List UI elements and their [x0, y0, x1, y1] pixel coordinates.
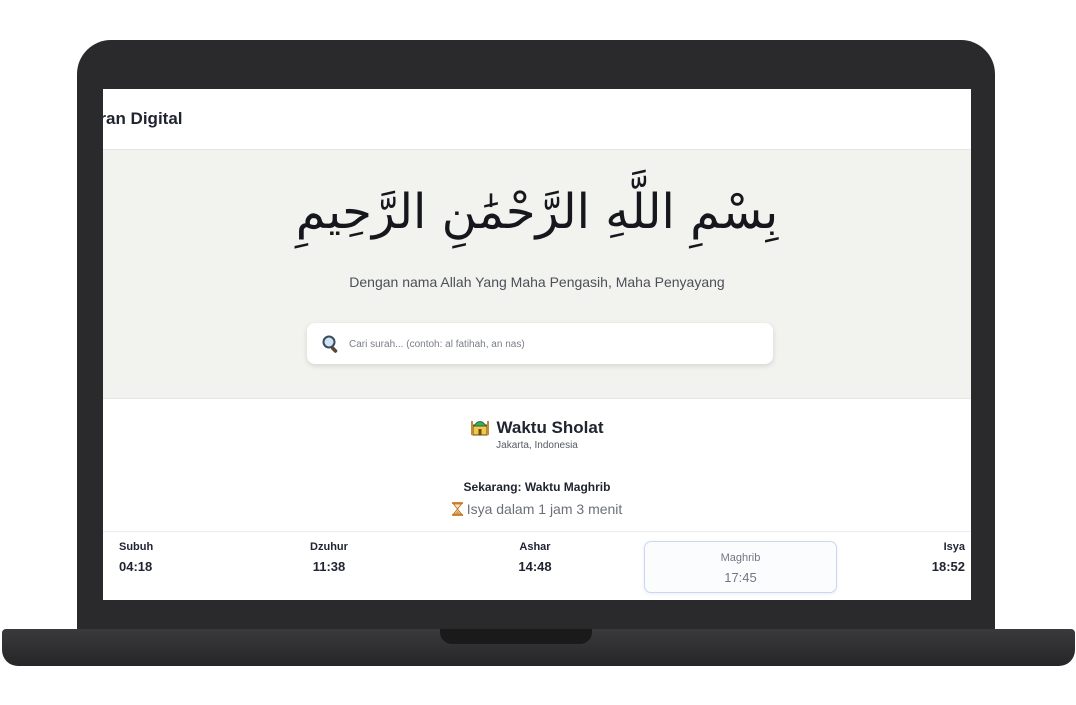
top-bar: uran Digital [103, 89, 971, 150]
app-title[interactable]: uran Digital [103, 109, 183, 129]
app-screen: uran Digital بِسْمِ اللَّهِ الرَّحْمَٰنِ… [103, 89, 971, 600]
prayer-time-value: 18:52 [931, 559, 965, 574]
prayer-time-value: 11:38 [312, 559, 346, 574]
prayer-time-maghrib[interactable]: Maghrib 17:45 [644, 541, 837, 593]
current-prayer: Sekarang: Waktu Maghrib [463, 480, 611, 494]
bismillah-translation: Dengan nama Allah Yang Maha Pengasih, Ma… [349, 274, 725, 290]
prayer-heading-text: Waktu Sholat [496, 418, 604, 437]
prayer-time-isya[interactable]: Isya 18:52 [895, 541, 965, 600]
section-divider [103, 531, 971, 532]
next-prayer-countdown: Isya dalam 1 jam 3 menit [103, 501, 971, 519]
prayer-time-value: 04:18 [119, 559, 153, 574]
mosque-icon [470, 416, 490, 441]
laptop-notch [440, 629, 592, 644]
prayer-name: Dzuhur [310, 541, 348, 553]
countdown-text: Isya dalam 1 jam 3 menit [466, 501, 623, 517]
prayer-name: Ashar [519, 541, 551, 553]
prayer-name: Subuh [119, 541, 154, 553]
search-input[interactable] [347, 323, 761, 366]
prayer-name: Isya [943, 541, 965, 553]
search-box[interactable] [307, 323, 773, 366]
prayer-time-subuh[interactable]: Subuh 04:18 [119, 541, 199, 600]
prayer-name: Maghrib [720, 552, 761, 564]
magnifier-icon [321, 334, 341, 354]
prayer-time-dzuhur[interactable]: Dzuhur 11:38 [289, 541, 369, 600]
hero-section: بِسْمِ اللَّهِ الرَّحْمَٰنِ الرَّحِيمِ D… [103, 150, 971, 399]
bismillah-text: بِسْمِ اللَّهِ الرَّحْمَٰنِ الرَّحِيمِ [295, 184, 779, 240]
prayer-times-section: Waktu Sholat Jakarta, Indonesia Sekarang… [103, 399, 971, 600]
prayer-time-value: 17:45 [724, 570, 757, 585]
hourglass-icon [451, 502, 463, 519]
prayer-heading: Waktu Sholat [103, 416, 971, 441]
prayer-location: Jakarta, Indonesia [496, 440, 578, 451]
prayer-time-ashar[interactable]: Ashar 14:48 [495, 541, 575, 600]
prayer-time-value: 14:48 [518, 559, 552, 574]
